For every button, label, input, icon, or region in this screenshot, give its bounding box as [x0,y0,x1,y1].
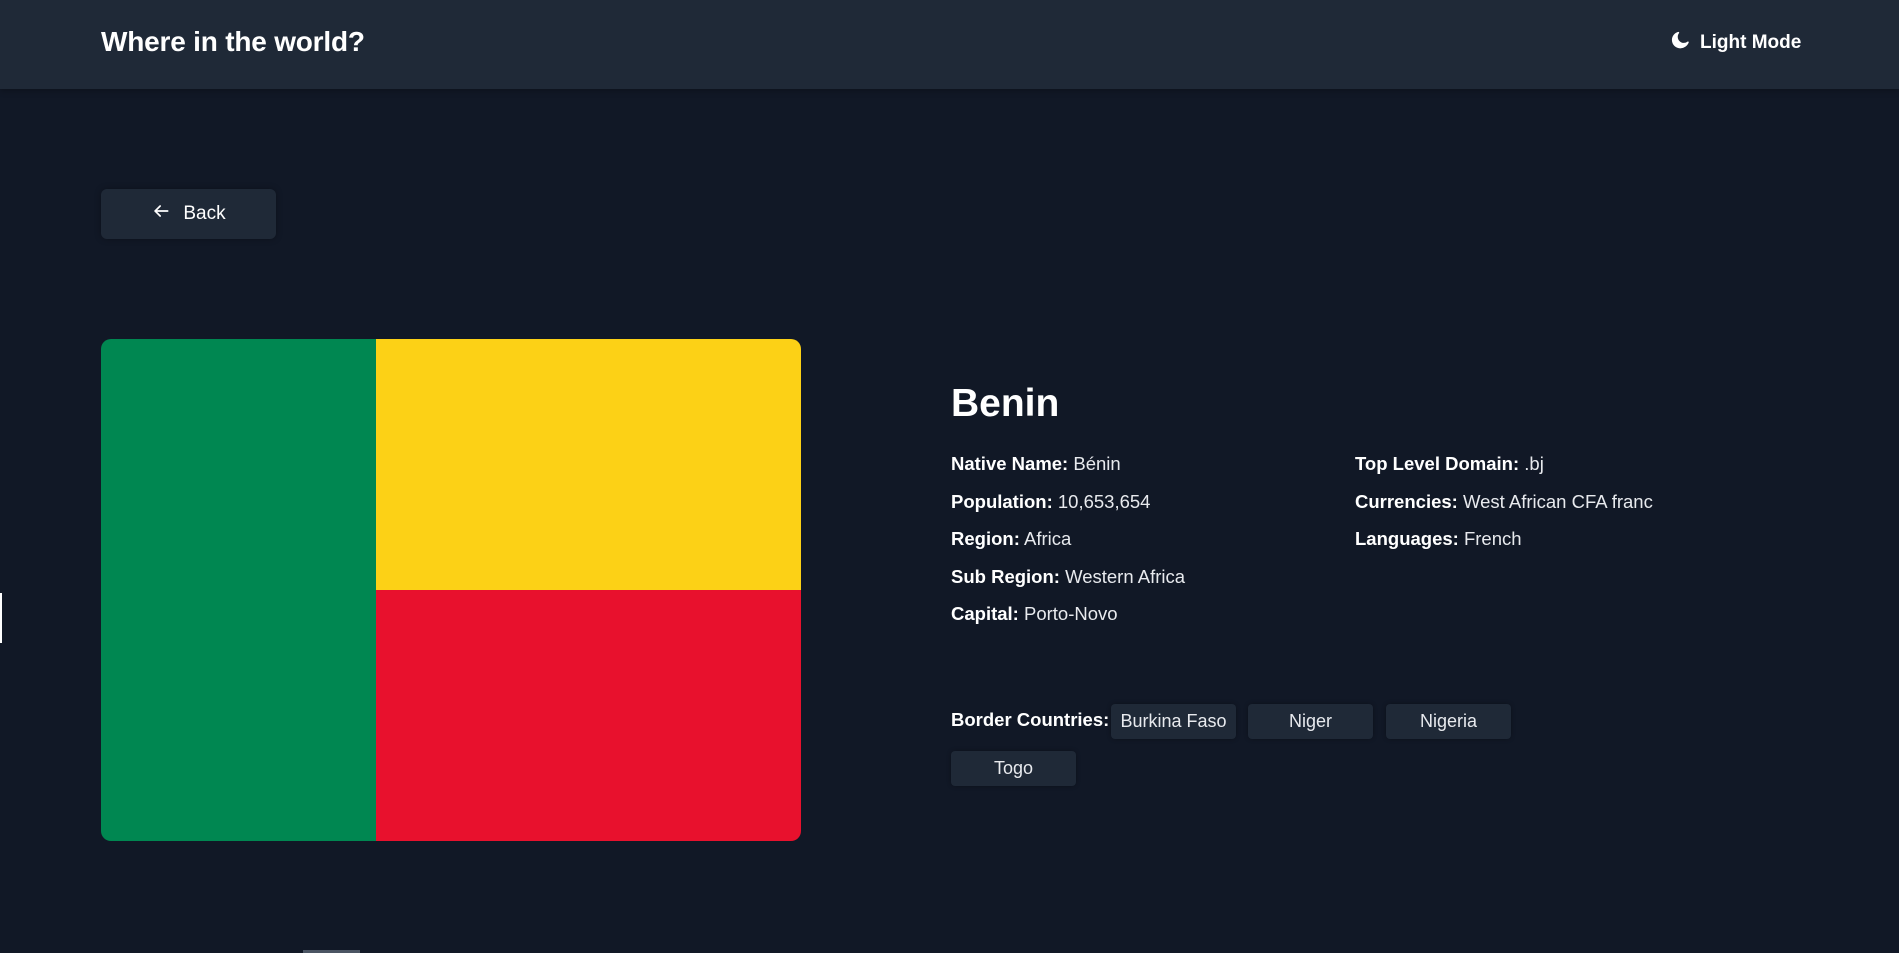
detail-sub-region: Sub Region: Western Africa [951,565,1186,587]
country-name: Benin [951,382,1060,425]
left-edge-marker [0,593,2,643]
country-details-secondary: Top Level Domain: .bj Currencies: West A… [1355,453,1653,566]
detail-capital: Capital: Porto-Novo [951,603,1118,624]
border-country-button[interactable]: Burkina Faso [1111,704,1236,739]
detail-top-level-domain: Top Level Domain: .bj [1355,453,1544,474]
theme-toggle-button[interactable]: Light Mode [1670,30,1801,56]
flag-yellow-stripe [376,339,801,590]
detail-population: Population: 10,653,654 [951,490,1151,512]
country-details-primary: Native Name: Bénin Population: 10,653,65… [951,453,1185,641]
theme-toggle-label: Light Mode [1700,32,1802,53]
flag-red-stripe [376,590,801,841]
moon-icon [1670,30,1690,56]
back-button-label: Back [183,203,226,224]
border-country-button[interactable]: Nigeria [1386,704,1511,739]
detail-currencies: Currencies: West African CFA franc [1355,490,1653,512]
country-flag [101,339,801,841]
detail-languages: Languages: French [1355,528,1522,549]
border-countries-label: Border Countries: [951,709,1110,730]
arrow-left-icon [151,201,171,227]
border-country-button[interactable]: Togo [951,751,1076,786]
back-button[interactable]: Back [101,189,276,239]
detail-region: Region: Africa [951,528,1072,549]
flag-green-stripe [101,339,376,841]
app-header: Where in the world? Light Mode [0,0,1899,89]
border-country-button[interactable]: Niger [1248,704,1373,739]
detail-native-name: Native Name: Bénin [951,453,1121,474]
app-title: Where in the world? [101,26,365,57]
